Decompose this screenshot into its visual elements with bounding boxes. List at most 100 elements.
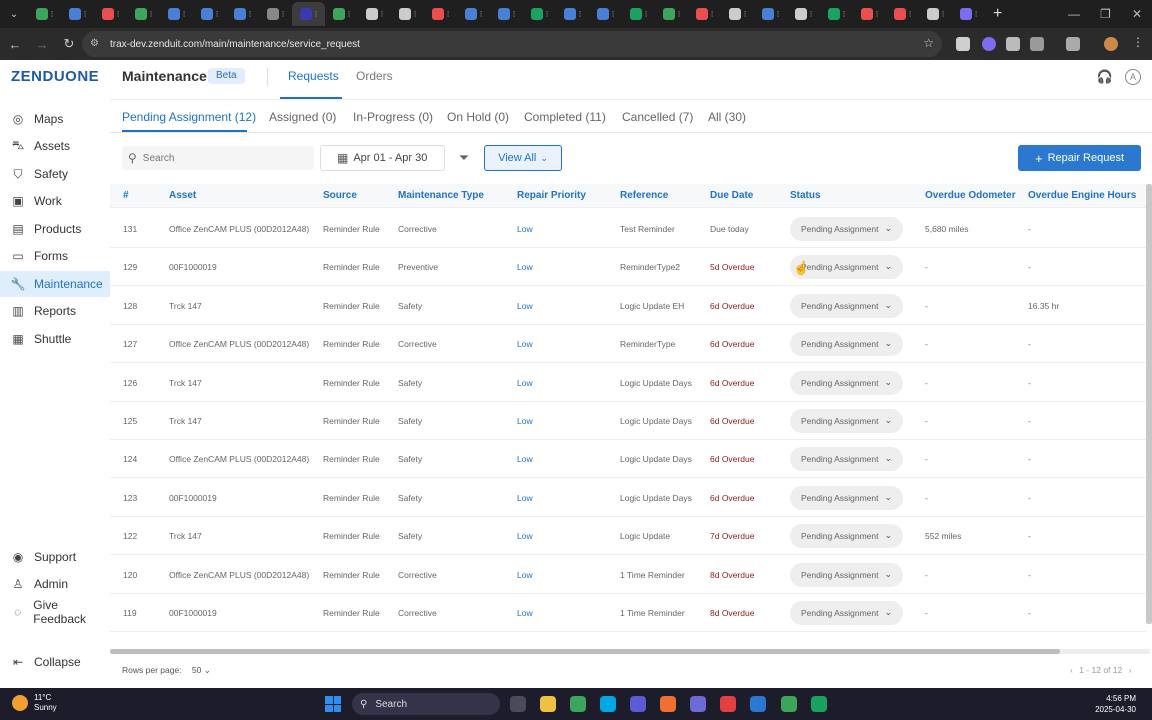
- tab-close-icon[interactable]: ⁝: [183, 9, 186, 20]
- filter-icon[interactable]: ⏷: [452, 146, 476, 170]
- table-row[interactable]: 119 00F1000019 Reminder Rule Corrective Low 1…: [110, 594, 1146, 632]
- table-row[interactable]: 124 Office ZenCAM PLUS (00D2012A48) Remind…: [110, 440, 1146, 479]
- view-all-dropdown[interactable]: View All ⌄: [484, 145, 562, 171]
- taskbar-app-icon[interactable]: [811, 696, 827, 712]
- tab-close-icon[interactable]: ⁝: [381, 9, 384, 20]
- status-dropdown[interactable]: Pending Assignment ⌄: [790, 332, 903, 357]
- browser-tab[interactable]: ⁝: [490, 2, 523, 26]
- sidebar-item-admin[interactable]: ♙ Admin: [0, 571, 110, 597]
- browser-tab[interactable]: ⁝: [721, 2, 754, 26]
- search-field[interactable]: ⚲: [122, 146, 314, 170]
- cell-repair-priority[interactable]: Low: [517, 556, 533, 594]
- tab-close-icon[interactable]: ⁝: [150, 9, 153, 20]
- horizontal-scrollbar[interactable]: [110, 649, 1150, 654]
- status-dropdown[interactable]: Pending Assignment ⌄: [790, 409, 903, 433]
- taskbar-app-icon[interactable]: [690, 696, 706, 712]
- devtools-icon[interactable]: [1066, 37, 1080, 51]
- tab-close-icon[interactable]: ⁝: [810, 9, 813, 20]
- sidebar-item-assets[interactable]: ⛍ Assets: [0, 133, 110, 159]
- sidebar-item-forms[interactable]: ▭ Forms: [0, 243, 110, 269]
- tab-close-icon[interactable]: ⁝: [249, 9, 252, 20]
- table-row[interactable]: 127 Office ZenCAM PLUS (00D2012A48) Remind…: [110, 325, 1146, 364]
- weather-widget[interactable]: 11°C Sunny: [12, 693, 57, 713]
- sidebar-item-support[interactable]: ◉ Support: [0, 544, 110, 570]
- tab-close-icon[interactable]: ⁝: [117, 9, 120, 20]
- tab-completed[interactable]: Completed (11): [524, 110, 606, 124]
- tab-close-icon[interactable]: ⁝: [480, 9, 483, 20]
- browser-tab[interactable]: ⁝: [325, 2, 358, 26]
- minimize-icon[interactable]: —: [1068, 0, 1080, 28]
- cell-repair-priority[interactable]: Low: [517, 517, 533, 555]
- tab-close-icon[interactable]: ⁝: [645, 9, 648, 20]
- status-dropdown[interactable]: Pending Assignment ⌄: [790, 524, 903, 549]
- tab-orders[interactable]: Orders: [356, 69, 393, 83]
- tab-in-progress[interactable]: In-Progress (0): [353, 110, 433, 124]
- puzzle-extensions-icon[interactable]: [1030, 37, 1044, 51]
- sidebar-collapse[interactable]: ⇤ Collapse: [0, 649, 110, 675]
- windows-start-icon[interactable]: [325, 696, 341, 712]
- cell-repair-priority[interactable]: Low: [517, 402, 533, 440]
- headset-icon[interactable]: 🎧: [1097, 69, 1113, 85]
- tab-close-icon[interactable]: ⁝: [942, 9, 945, 20]
- browser-tab[interactable]: ⁝: [556, 2, 589, 26]
- column-header-reference[interactable]: Reference: [620, 184, 668, 208]
- table-row[interactable]: 129 00F1000019 Reminder Rule Preventive Low R…: [110, 248, 1146, 287]
- tab-cancelled[interactable]: Cancelled (7): [622, 110, 693, 124]
- horizontal-scrollbar-thumb[interactable]: [110, 649, 1060, 654]
- taskbar-app-icon[interactable]: [660, 696, 676, 712]
- tab-all[interactable]: All (30): [708, 110, 746, 124]
- tab-close-icon[interactable]: ⁝: [513, 9, 516, 20]
- browser-tab[interactable]: ⁝: [457, 2, 490, 26]
- column-header-status[interactable]: Status: [790, 184, 821, 208]
- browser-tab[interactable]: ⁝: [292, 2, 325, 26]
- taskbar-app-icon[interactable]: [510, 696, 526, 712]
- sidebar-item-maintenance[interactable]: 🔧 Maintenance: [0, 271, 110, 297]
- status-dropdown[interactable]: Pending Assignment ⌄: [790, 370, 903, 395]
- sidebar-item-shuttle[interactable]: ▦ Shuttle: [0, 326, 110, 352]
- table-row[interactable]: 126 Trck 147 Reminder Rule Safety Low Logic U…: [110, 364, 1146, 402]
- reload-icon[interactable]: ↻: [57, 32, 81, 56]
- browser-tab[interactable]: ⁝: [193, 2, 226, 26]
- tab-on-hold[interactable]: On Hold (0): [447, 110, 509, 124]
- status-dropdown[interactable]: Pending Assignment ⌄: [790, 217, 903, 241]
- cell-repair-priority[interactable]: Low: [517, 594, 533, 632]
- browser-tab[interactable]: ⁝: [259, 2, 292, 26]
- tab-pending-assignment[interactable]: Pending Assignment (12): [122, 110, 256, 124]
- browser-tab[interactable]: ⁝: [523, 2, 556, 26]
- browser-tab[interactable]: ⁝: [655, 2, 688, 26]
- tab-close-icon[interactable]: ⁝: [348, 9, 351, 20]
- tab-close-icon[interactable]: ⁝: [282, 9, 285, 20]
- browser-tab[interactable]: ⁝: [622, 2, 655, 26]
- site-info-icon[interactable]: ⚙: [90, 38, 102, 50]
- table-row[interactable]: 128 Trck 147 Reminder Rule Safety Low Logic U…: [110, 287, 1146, 325]
- cell-repair-priority[interactable]: Low: [517, 210, 533, 248]
- new-tab-icon[interactable]: +: [993, 5, 1002, 23]
- tab-close-icon[interactable]: ⁝: [678, 9, 681, 20]
- column-header-maintenance-type[interactable]: Maintenance Type: [398, 184, 484, 208]
- column-header-asset[interactable]: Asset: [169, 184, 196, 208]
- tab-close-icon[interactable]: ⁝: [843, 9, 846, 20]
- tab-close-icon[interactable]: ⁝: [876, 9, 879, 20]
- status-dropdown[interactable]: Pending Assignment ⌄: [790, 447, 903, 472]
- status-dropdown[interactable]: Pending Assignment ⌄: [790, 485, 903, 510]
- maximize-icon[interactable]: ❐: [1100, 0, 1111, 28]
- browser-tab[interactable]: ⁝: [28, 2, 61, 26]
- tab-close-icon[interactable]: ⁝: [711, 9, 714, 20]
- column-header-due-date[interactable]: Due Date: [710, 184, 753, 208]
- tab-search-chevron-icon[interactable]: ⌄: [0, 0, 28, 28]
- browser-menu-icon[interactable]: ⋮: [1132, 35, 1146, 49]
- bookmark-star-icon[interactable]: ☆: [923, 36, 934, 50]
- browser-tab[interactable]: ⁝: [820, 2, 853, 26]
- rows-per-page-select[interactable]: 50 ⌄: [192, 665, 211, 675]
- status-dropdown[interactable]: Pending Assignment ⌄: [790, 293, 903, 318]
- taskbar-app-icon[interactable]: [630, 696, 646, 712]
- taskbar-app-icon[interactable]: [570, 696, 586, 712]
- column-header-overdue-engine-hours[interactable]: Overdue Engine Hours: [1028, 184, 1136, 208]
- table-row[interactable]: 122 Trck 147 Reminder Rule Safety Low Logic U…: [110, 517, 1146, 556]
- column-header-overdue-odometer[interactable]: Overdue Odometer: [925, 184, 1016, 208]
- cell-repair-priority[interactable]: Low: [517, 325, 533, 363]
- system-clock[interactable]: 4:56 PM 2025-04-30: [1090, 693, 1136, 715]
- sidebar-item-work[interactable]: ▣ Work: [0, 188, 110, 214]
- search-input[interactable]: [142, 152, 303, 164]
- sidebar-item-maps[interactable]: ◎ Maps: [0, 106, 110, 132]
